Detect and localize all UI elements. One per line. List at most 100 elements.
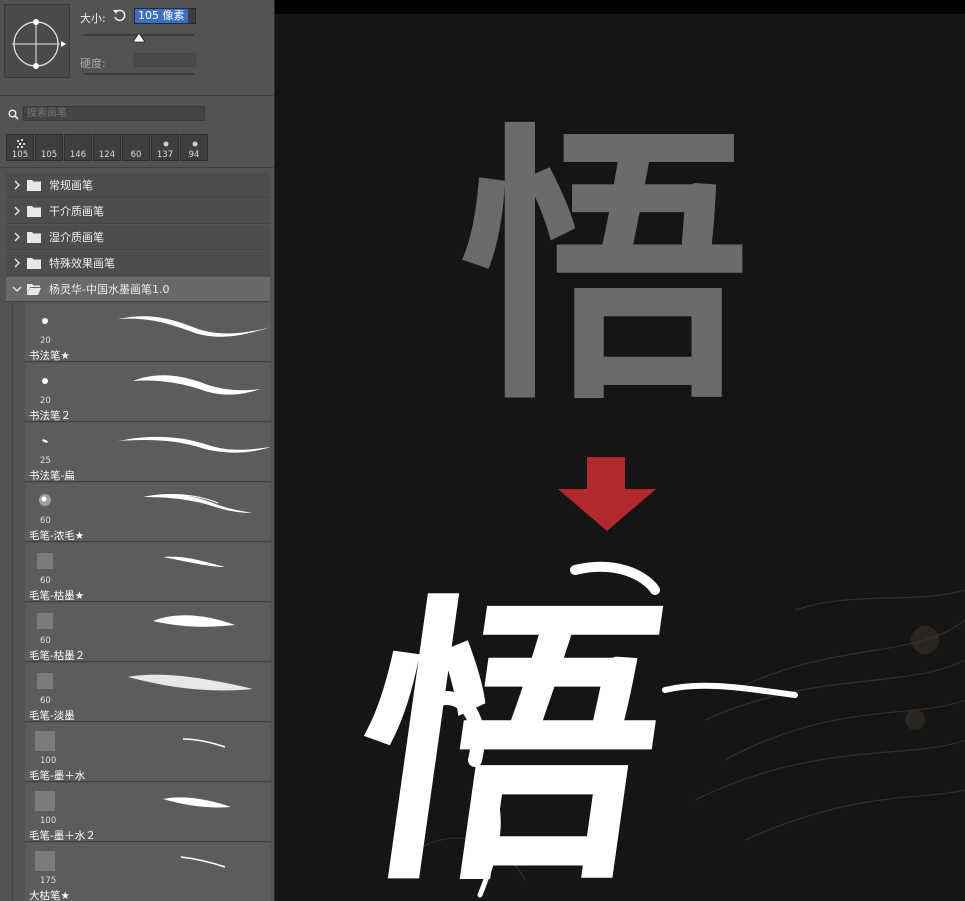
brush-item[interactable]: 20 书法笔２ <box>25 363 271 422</box>
size-slider-thumb[interactable] <box>132 32 146 43</box>
brush-item[interactable]: 175 大枯笔★ <box>25 843 271 901</box>
glyph-before: 悟 <box>460 102 750 439</box>
folder-wet-media-brushes[interactable]: 湿介质画笔 <box>6 225 270 250</box>
recent-brush-size: 137 <box>156 150 174 160</box>
brush-size: 60 <box>40 576 51 586</box>
recent-brush-size: 124 <box>98 150 116 160</box>
size-value: 105 像素 <box>135 9 188 23</box>
document-canvas[interactable]: 悟 悟 <box>275 0 965 901</box>
brush-size: 175 <box>40 876 57 886</box>
recent-brush-size: 60 <box>130 150 142 160</box>
brush-item[interactable]: 100 毛笔-墨＋水 <box>25 723 271 782</box>
brush-tip-icon <box>42 378 48 384</box>
brush-item[interactable]: 60 毛笔-枯墨★ <box>25 543 271 602</box>
brush-size: 20 <box>40 336 51 346</box>
folder-icon <box>27 180 41 191</box>
brush-name: 毛笔-墨＋水２ <box>29 830 96 842</box>
brush-stroke-preview <box>163 797 231 808</box>
recent-brush[interactable]: 60 <box>122 134 150 161</box>
brush-tip-icon <box>37 553 53 569</box>
brush-name: 大枯笔★ <box>29 890 70 901</box>
chevron-right-icon[interactable] <box>9 229 25 245</box>
divider <box>0 167 274 168</box>
brush-stroke-preview <box>153 615 235 627</box>
folder-label: 常规画笔 <box>49 179 93 192</box>
brush-item[interactable]: 60 毛笔-淡墨 <box>25 663 271 722</box>
brush-tip-icon <box>35 731 55 751</box>
brush-name: 书法笔-扁 <box>29 470 75 482</box>
brush-name: 书法笔２ <box>29 410 71 422</box>
brush-stroke-preview <box>128 674 253 691</box>
glyph-after: 悟 <box>335 569 685 901</box>
brush-tip-icon <box>39 494 51 506</box>
brush-tip-icon <box>42 318 48 324</box>
hardness-input[interactable] <box>134 53 196 67</box>
recent-brush[interactable]: 94 <box>180 134 208 161</box>
recent-brush-size: 105 <box>40 150 58 160</box>
recent-brush[interactable]: 124 <box>93 134 121 161</box>
folder-ink-brushes[interactable]: 杨灵华-中国水墨画笔1.0 <box>6 277 270 302</box>
brush-item[interactable]: 60 毛笔-枯墨２ <box>25 603 271 662</box>
folder-special-effects-brushes[interactable]: 特殊效果画笔 <box>6 251 270 276</box>
brush-tip-icon <box>37 613 53 629</box>
brush-stroke-preview <box>180 856 226 868</box>
brush-stroke-preview <box>133 375 261 395</box>
brush-name: 毛笔-枯墨★ <box>29 590 85 602</box>
brush-item[interactable]: 25 书法笔-扁 <box>25 423 271 482</box>
tree-line <box>12 302 13 901</box>
brush-item[interactable]: 20 书法笔★ <box>25 303 271 362</box>
brush-size: 60 <box>40 636 51 646</box>
brush-tip-icon <box>35 851 55 871</box>
brush-angle-preview[interactable] <box>4 4 70 78</box>
size-input[interactable]: 105 像素 <box>134 8 196 24</box>
brush-name: 书法笔★ <box>29 350 70 362</box>
brush-item[interactable]: 100 毛笔-墨＋水２ <box>25 783 271 842</box>
brush-stroke-preview <box>118 316 271 337</box>
brush-size: 100 <box>40 756 57 766</box>
chevron-right-icon[interactable] <box>9 203 25 219</box>
brush-name: 毛笔-浓毛★ <box>29 530 85 542</box>
chevron-right-icon[interactable] <box>9 255 25 271</box>
folder-label: 干介质画笔 <box>49 205 104 218</box>
folder-open-icon <box>27 284 41 295</box>
brush-size: 100 <box>40 816 57 826</box>
brush-name: 毛笔-淡墨 <box>29 710 75 722</box>
brush-size: 60 <box>40 696 51 706</box>
brush-size: 25 <box>40 456 51 466</box>
recent-brushes: 105 105 146 124 60 137 94 <box>6 134 209 161</box>
brush-panel: 大小: 105 像素 硬度: 105 105 146 124 <box>0 0 275 901</box>
brush-size: 20 <box>40 396 51 406</box>
size-label: 大小: <box>80 12 106 25</box>
brush-tip-icon <box>42 439 48 443</box>
brush-tip-icon <box>37 673 53 689</box>
brush-stroke-preview <box>163 556 225 567</box>
reset-icon[interactable] <box>112 8 126 22</box>
recent-brush[interactable]: 146 <box>64 134 92 161</box>
brush-name: 毛笔-枯墨２ <box>29 650 86 662</box>
folder-general-brushes[interactable]: 常规画笔 <box>6 173 270 198</box>
recent-brush[interactable]: 137 <box>151 134 179 161</box>
hardness-label: 硬度: <box>80 57 106 70</box>
brush-item[interactable]: 60 毛笔-浓毛★ <box>25 483 271 542</box>
folder-icon <box>27 232 41 243</box>
recent-brush[interactable]: 105 <box>6 134 34 161</box>
arrow-down-icon <box>558 457 656 531</box>
hardness-slider-track[interactable] <box>84 73 194 75</box>
search-input[interactable] <box>23 106 205 121</box>
divider <box>0 95 274 96</box>
folder-icon <box>27 206 41 217</box>
search-icon <box>8 109 19 120</box>
folder-label: 湿介质画笔 <box>49 231 104 244</box>
recent-brush-size: 146 <box>69 150 87 160</box>
brush-tip-icon <box>35 791 55 811</box>
brush-stroke-preview <box>143 494 253 513</box>
folder-dry-media-brushes[interactable]: 干介质画笔 <box>6 199 270 224</box>
folder-icon <box>27 258 41 269</box>
folder-label: 杨灵华-中国水墨画笔1.0 <box>49 283 170 296</box>
recent-brush[interactable]: 105 <box>35 134 63 161</box>
chevron-down-icon[interactable] <box>9 281 25 297</box>
brush-size: 60 <box>40 516 51 526</box>
recent-brush-size: 105 <box>11 150 29 160</box>
chevron-right-icon[interactable] <box>9 177 25 193</box>
brush-name: 毛笔-墨＋水 <box>29 770 86 782</box>
